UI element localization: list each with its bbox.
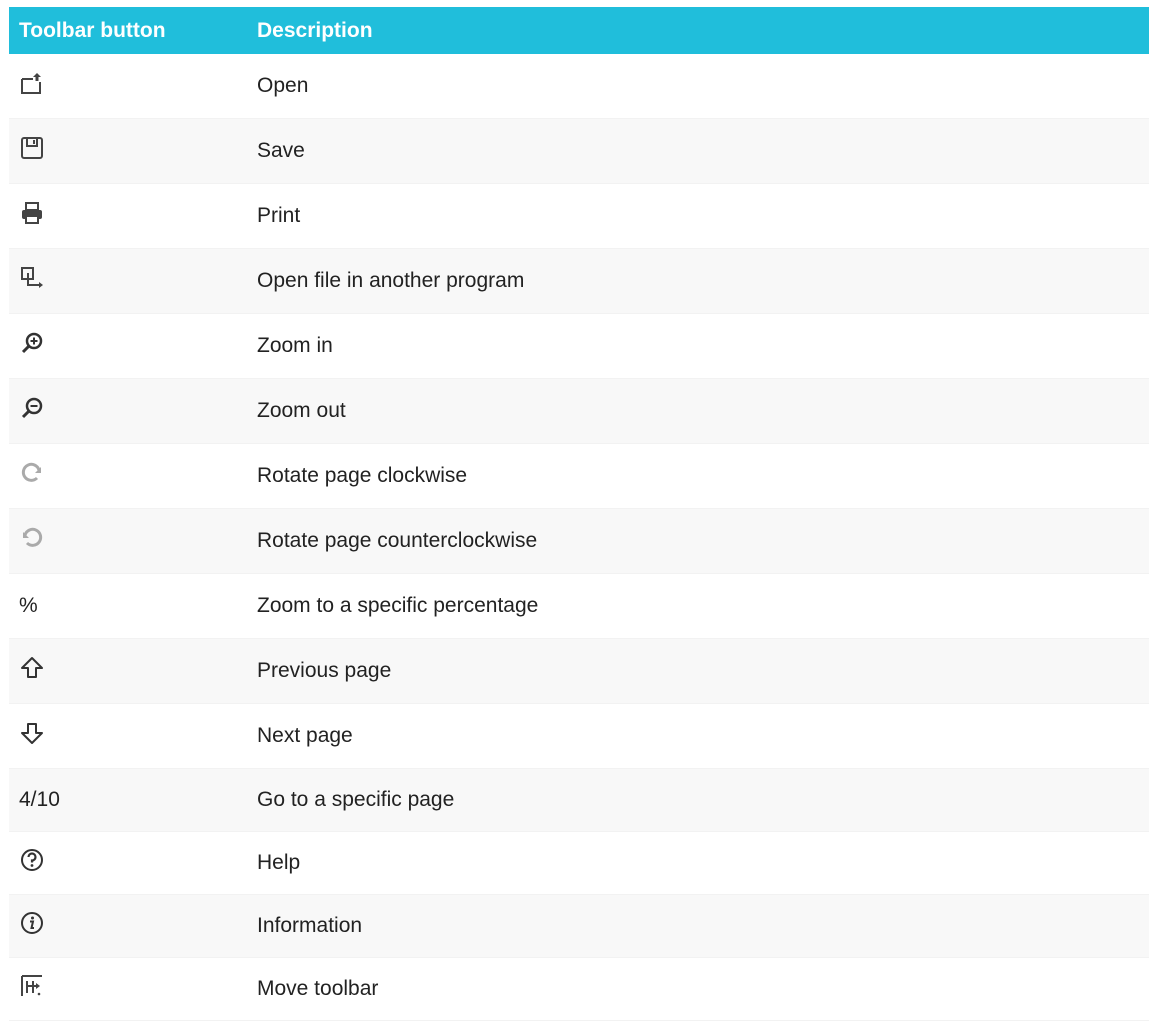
rotate-clockwise-icon [19, 460, 45, 486]
header-description: Description [247, 7, 1149, 54]
zoom-out-icon [19, 395, 45, 421]
table-row: 4/10 Go to a specific page [9, 768, 1149, 832]
zoom-in-icon [19, 330, 45, 356]
description-cell: Zoom to a specific percentage [247, 573, 1149, 639]
description-cell: Help [247, 831, 1149, 895]
button-cell [9, 443, 247, 509]
button-cell [9, 313, 247, 379]
table-row: Open [9, 54, 1149, 119]
description-cell: Save [247, 118, 1149, 184]
move-toolbar-icon [19, 973, 45, 999]
table-row: Next page [9, 703, 1149, 769]
button-cell [9, 638, 247, 704]
description-cell: Print [247, 183, 1149, 249]
button-cell [9, 118, 247, 184]
button-cell [9, 957, 247, 1021]
description-cell: Previous page [247, 638, 1149, 704]
header-toolbar-button: Toolbar button [9, 7, 247, 54]
table-row: Rotate page clockwise [9, 443, 1149, 509]
toolbar-buttons-table: Toolbar button Description Open Save Pri… [9, 7, 1149, 1021]
table-row: Previous page [9, 638, 1149, 704]
previous-page-icon [19, 655, 45, 681]
button-cell [9, 248, 247, 314]
description-cell: Open [247, 54, 1149, 119]
open-in-program-icon [19, 265, 45, 291]
description-cell: Rotate page counterclockwise [247, 508, 1149, 574]
table-row: Save [9, 118, 1149, 184]
print-icon [19, 200, 45, 226]
button-cell [9, 54, 247, 119]
description-cell: Go to a specific page [247, 768, 1149, 832]
table-row: Zoom out [9, 378, 1149, 444]
open-icon [19, 70, 45, 96]
table-row: Print [9, 183, 1149, 249]
description-cell: Move toolbar [247, 957, 1149, 1021]
save-icon [19, 135, 45, 161]
table-row: Help [9, 831, 1149, 895]
description-cell: Next page [247, 703, 1149, 769]
table-row: Move toolbar [9, 957, 1149, 1021]
table-row: Rotate page counterclockwise [9, 508, 1149, 574]
information-icon [19, 910, 45, 936]
table-row: Zoom in [9, 313, 1149, 379]
description-cell: Zoom in [247, 313, 1149, 379]
next-page-icon [19, 720, 45, 746]
button-cell [9, 508, 247, 574]
table-row: Open file in another program [9, 248, 1149, 314]
header-row: Toolbar button Description [9, 7, 1149, 54]
rotate-counterclockwise-icon [19, 525, 45, 551]
button-cell: % [9, 573, 247, 639]
button-cell [9, 703, 247, 769]
table-row: Information [9, 894, 1149, 958]
description-cell: Zoom out [247, 378, 1149, 444]
button-cell [9, 894, 247, 958]
table-row: % Zoom to a specific percentage [9, 573, 1149, 639]
button-cell [9, 831, 247, 895]
button-cell: 4/10 [9, 768, 247, 832]
table-header: Toolbar button Description [9, 7, 1149, 54]
button-cell [9, 378, 247, 444]
description-cell: Information [247, 894, 1149, 958]
description-cell: Rotate page clockwise [247, 443, 1149, 509]
button-cell [9, 183, 247, 249]
description-cell: Open file in another program [247, 248, 1149, 314]
help-icon [19, 847, 45, 873]
